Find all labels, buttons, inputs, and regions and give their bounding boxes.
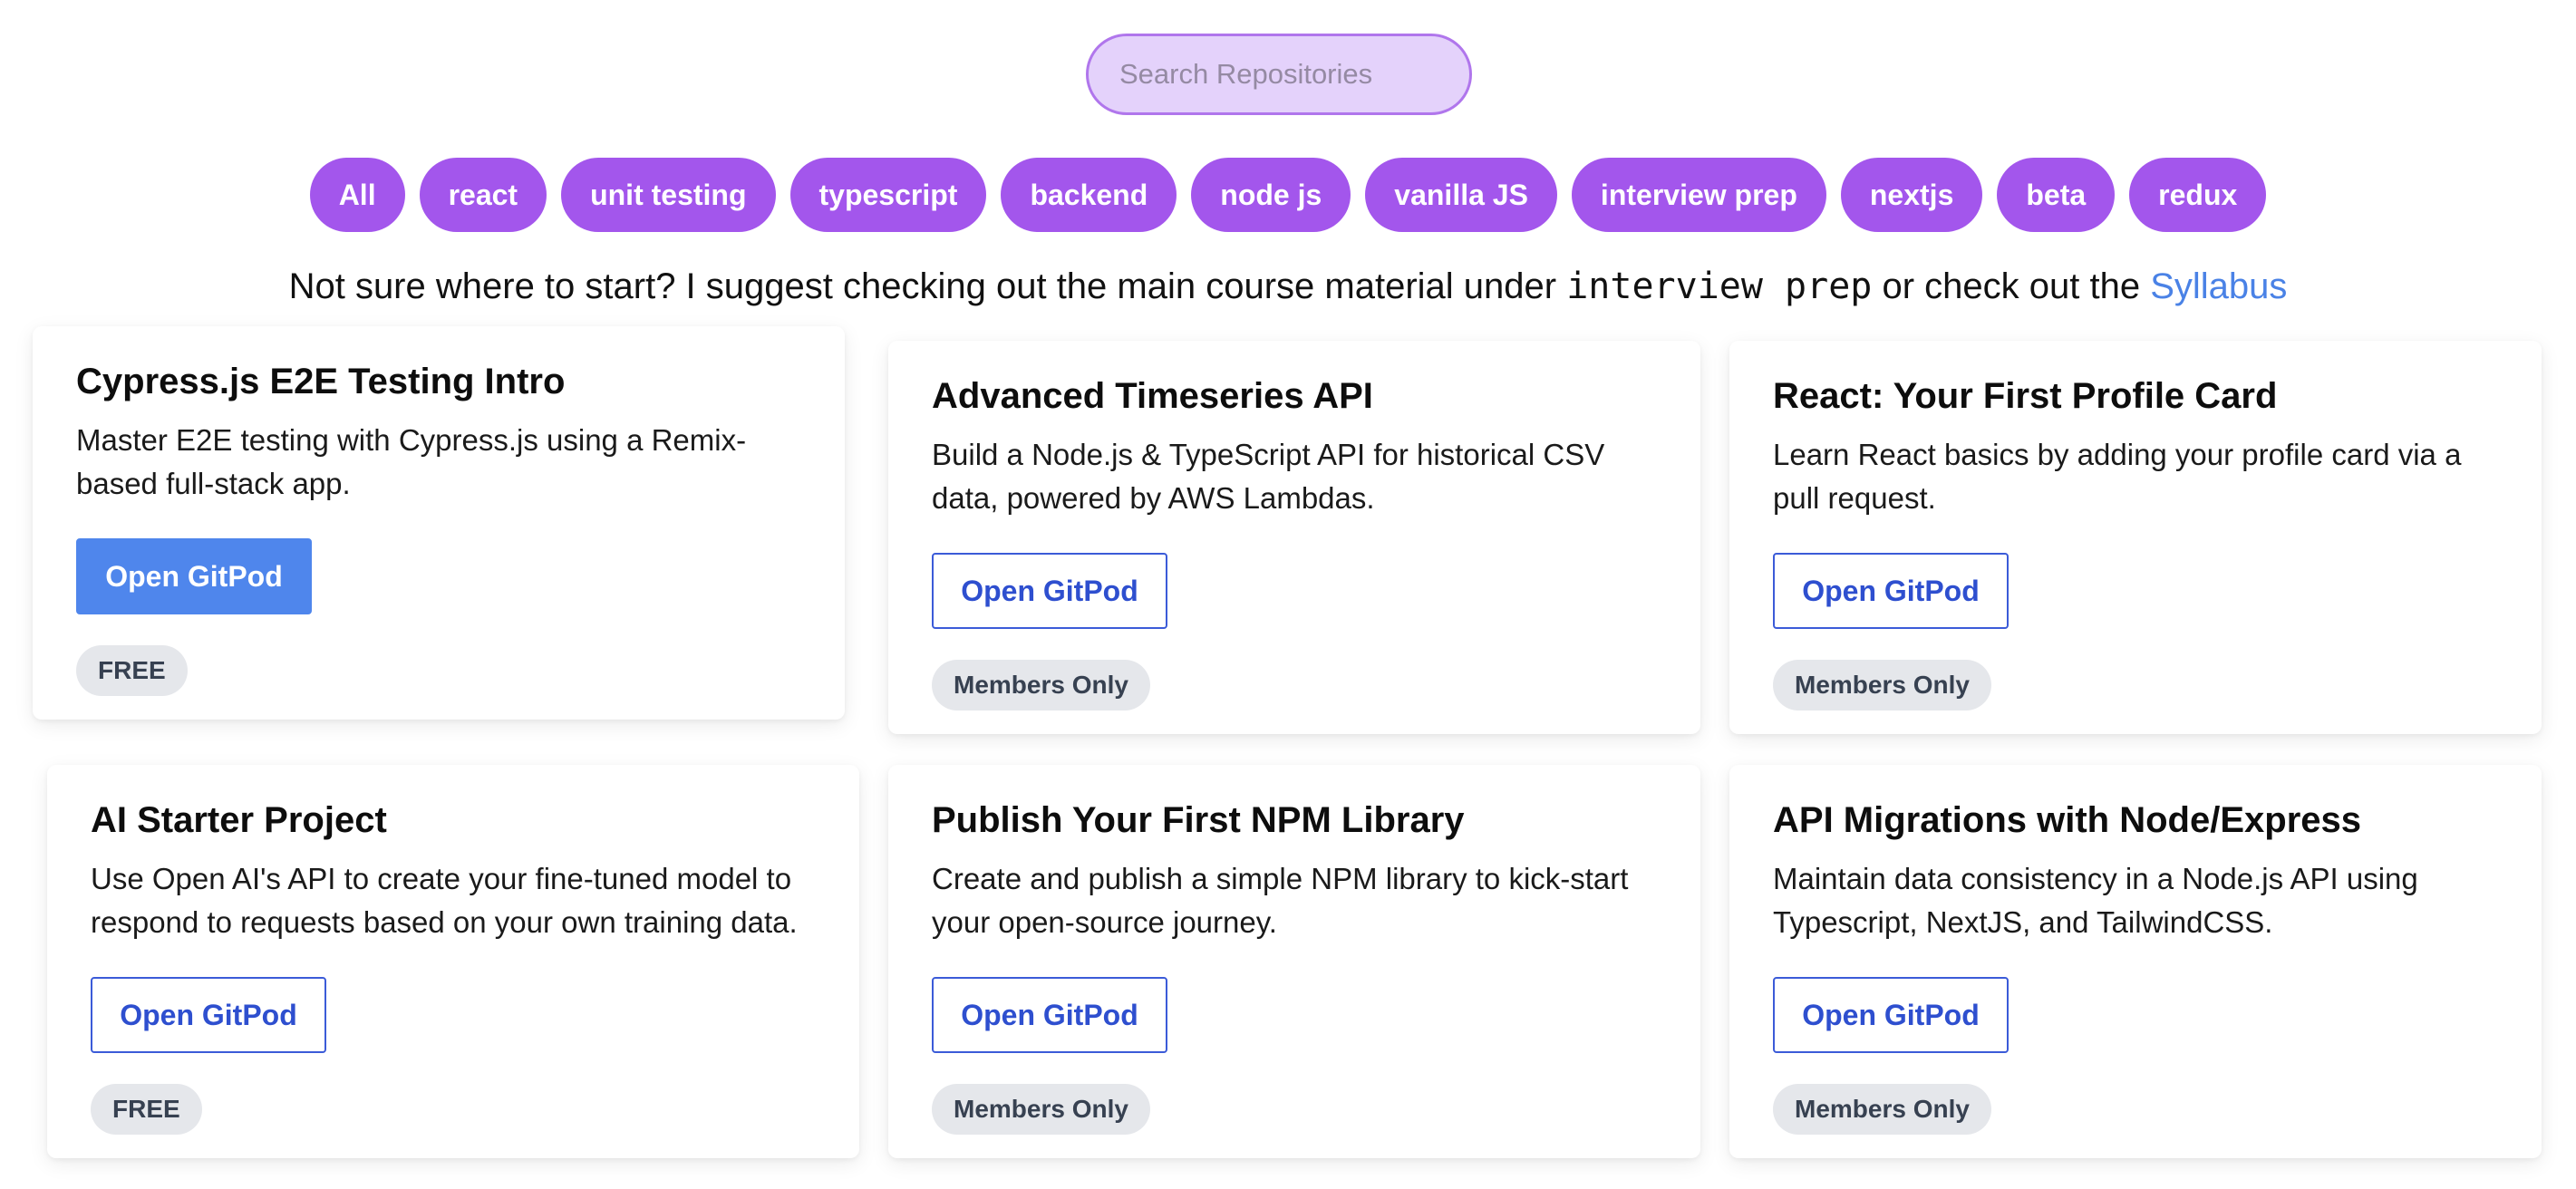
tag-unit-testing[interactable]: unit testing — [561, 158, 776, 232]
search-bar — [1086, 34, 1472, 115]
project-card: Publish Your First NPM Library Create an… — [888, 765, 1700, 1158]
project-card: React: Your First Profile Card Learn Rea… — [1729, 341, 2542, 734]
open-gitpod-button[interactable]: Open GitPod — [76, 538, 312, 614]
access-badge: FREE — [91, 1084, 202, 1135]
tag-redux[interactable]: redux — [2129, 158, 2267, 232]
tag-react[interactable]: react — [419, 158, 547, 232]
tag-backend[interactable]: backend — [1001, 158, 1177, 232]
hint-middle: or check out the — [1882, 266, 2141, 306]
tag-interview-prep[interactable]: interview prep — [1571, 158, 1826, 232]
start-hint: Not sure where to start? I suggest check… — [0, 257, 2576, 315]
open-gitpod-button[interactable]: Open GitPod — [1773, 977, 2009, 1053]
card-title: React: Your First Profile Card — [1773, 376, 2278, 416]
open-gitpod-button[interactable]: Open GitPod — [91, 977, 326, 1053]
access-badge: Members Only — [1773, 660, 1991, 710]
project-card: Cypress.js E2E Testing Intro Master E2E … — [33, 326, 845, 720]
open-gitpod-button[interactable]: Open GitPod — [932, 977, 1167, 1053]
card-description: Learn React basics by adding your profil… — [1773, 438, 2462, 515]
tag-filter-bar: All react unit testing typescript backen… — [0, 158, 2576, 232]
hint-prefix: Not sure where to start? I suggest check… — [288, 266, 1557, 306]
tag-nextjs[interactable]: nextjs — [1840, 158, 1983, 232]
tag-vanilla-js[interactable]: vanilla JS — [1365, 158, 1557, 232]
open-gitpod-button[interactable]: Open GitPod — [932, 553, 1167, 629]
open-gitpod-button[interactable]: Open GitPod — [1773, 553, 2009, 629]
tag-beta[interactable]: beta — [1997, 158, 2116, 232]
tag-all[interactable]: All — [309, 158, 405, 232]
project-card: Advanced Timeseries API Build a Node.js … — [888, 341, 1700, 734]
card-title: Cypress.js E2E Testing Intro — [76, 362, 566, 401]
project-card: AI Starter Project Use Open AI's API to … — [47, 765, 859, 1158]
syllabus-link[interactable]: Syllabus — [2150, 266, 2287, 306]
card-title: API Migrations with Node/Express — [1773, 800, 2362, 840]
project-card: API Migrations with Node/Express Maintai… — [1729, 765, 2542, 1158]
access-badge: Members Only — [932, 1084, 1150, 1135]
card-description: Create and publish a simple NPM library … — [932, 862, 1629, 939]
card-description: Maintain data consistency in a Node.js A… — [1773, 862, 2418, 939]
access-badge: Members Only — [1773, 1084, 1991, 1135]
access-badge: FREE — [76, 645, 188, 696]
hint-code: interview prep — [1566, 266, 1873, 307]
card-description: Use Open AI's API to create your fine-tu… — [91, 862, 798, 939]
card-title: Advanced Timeseries API — [932, 376, 1373, 416]
card-title: Publish Your First NPM Library — [932, 800, 1465, 840]
card-description: Build a Node.js & TypeScript API for his… — [932, 438, 1605, 515]
tag-typescript[interactable]: typescript — [789, 158, 987, 232]
search-input[interactable] — [1086, 34, 1472, 115]
tag-node-js[interactable]: node js — [1191, 158, 1351, 232]
card-title: AI Starter Project — [91, 800, 387, 840]
access-badge: Members Only — [932, 660, 1150, 710]
card-description: Master E2E testing with Cypress.js using… — [76, 423, 747, 500]
